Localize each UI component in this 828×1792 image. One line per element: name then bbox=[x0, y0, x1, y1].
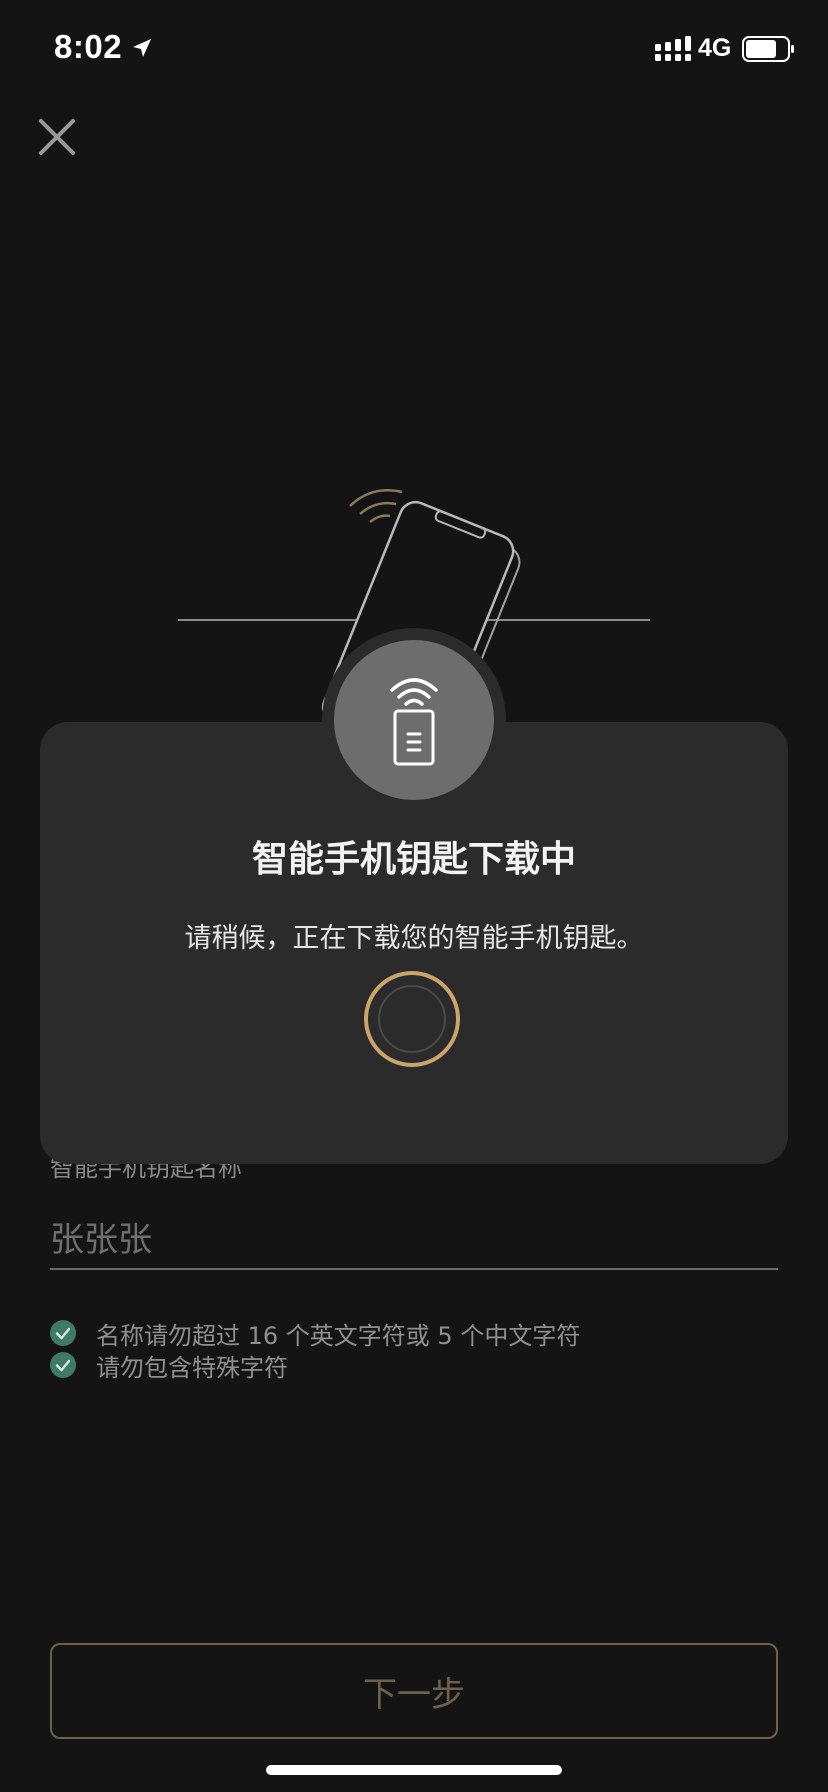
signal-icon bbox=[655, 36, 691, 61]
rule-text: 名称请勿超过 16 个英文字符或 5 个中文字符 bbox=[96, 1321, 581, 1350]
close-icon bbox=[39, 119, 75, 155]
check-icon bbox=[50, 1320, 76, 1346]
next-button[interactable]: 下一步 bbox=[50, 1643, 778, 1739]
network-type: 4G bbox=[698, 34, 732, 62]
phone-key-icon bbox=[390, 678, 438, 766]
battery-icon bbox=[742, 36, 794, 62]
phone-key-badge bbox=[334, 640, 494, 800]
modal-description: 请稍候，正在下载您的智能手机钥匙。 bbox=[184, 923, 644, 954]
status-time: 8:02 bbox=[54, 28, 123, 65]
check-icon bbox=[50, 1352, 76, 1378]
loading-spinner-inner bbox=[378, 985, 446, 1053]
rule-item: 名称请勿超过 16 个英文字符或 5 个中文字符 bbox=[50, 1318, 581, 1350]
modal-title: 智能手机钥匙下载中 bbox=[251, 839, 576, 880]
home-indicator[interactable] bbox=[266, 1765, 562, 1775]
name-input[interactable]: 张张张 bbox=[50, 1218, 778, 1270]
rule-item: 请勿包含特殊字符 bbox=[50, 1350, 288, 1382]
location-arrow-icon bbox=[133, 39, 151, 57]
close-button[interactable] bbox=[32, 112, 82, 162]
rule-text: 请勿包含特殊字符 bbox=[96, 1353, 288, 1382]
